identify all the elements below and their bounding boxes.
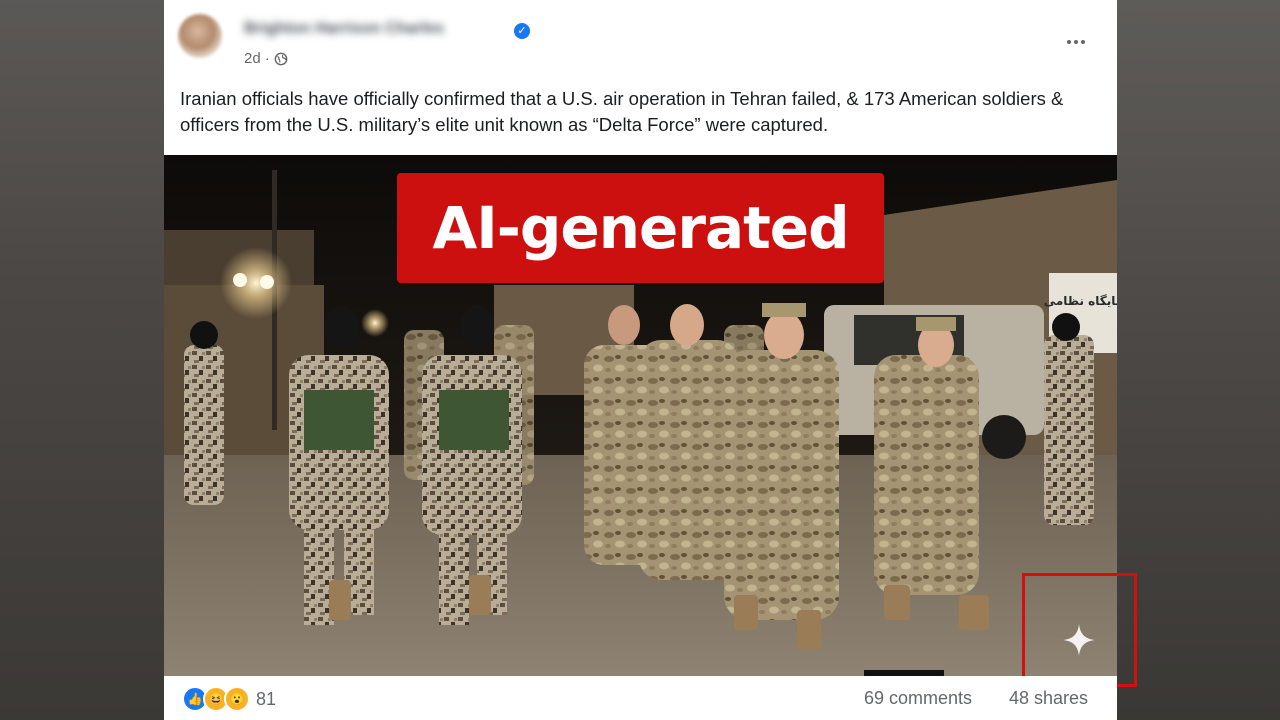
- post-footer: 👍 😆 😮 81 69 comments 48 shares: [164, 676, 1117, 720]
- post-text: Iranian officials have officially confir…: [180, 88, 1064, 135]
- more-options-icon: [1067, 40, 1071, 44]
- wow-icon: 😮: [224, 686, 250, 712]
- ai-generated-badge: AI-generated: [397, 173, 884, 283]
- globe-icon: [274, 52, 288, 65]
- post-photo[interactable]: پایگاه نظامی AI-generated: [164, 155, 1117, 676]
- meta-separator: ·: [264, 50, 270, 67]
- author-name[interactable]: Brighton Harrison Charles: [244, 20, 444, 38]
- avatar[interactable]: [178, 14, 222, 58]
- facebook-post-card: Brighton Harrison Charles ✓ 2d · Iranian…: [164, 0, 1117, 720]
- blurred-background-right: [1117, 0, 1280, 720]
- blurred-background-left: [0, 0, 164, 720]
- reactions-summary[interactable]: 👍 😆 😮 81: [182, 686, 276, 712]
- shares-link[interactable]: 48 shares: [1009, 688, 1088, 709]
- sign-text: پایگاه نظامی: [1044, 294, 1117, 308]
- verified-badge-icon: ✓: [514, 23, 530, 39]
- timestamp[interactable]: 2d: [244, 50, 261, 67]
- post-meta: 2d ·: [244, 50, 288, 67]
- more-options-button[interactable]: [1059, 30, 1093, 54]
- post-header: Brighton Harrison Charles ✓ 2d ·: [164, 0, 1117, 80]
- reaction-count: 81: [256, 688, 277, 709]
- comments-link[interactable]: 69 comments: [864, 688, 972, 709]
- sparkle-icon: [1063, 624, 1095, 656]
